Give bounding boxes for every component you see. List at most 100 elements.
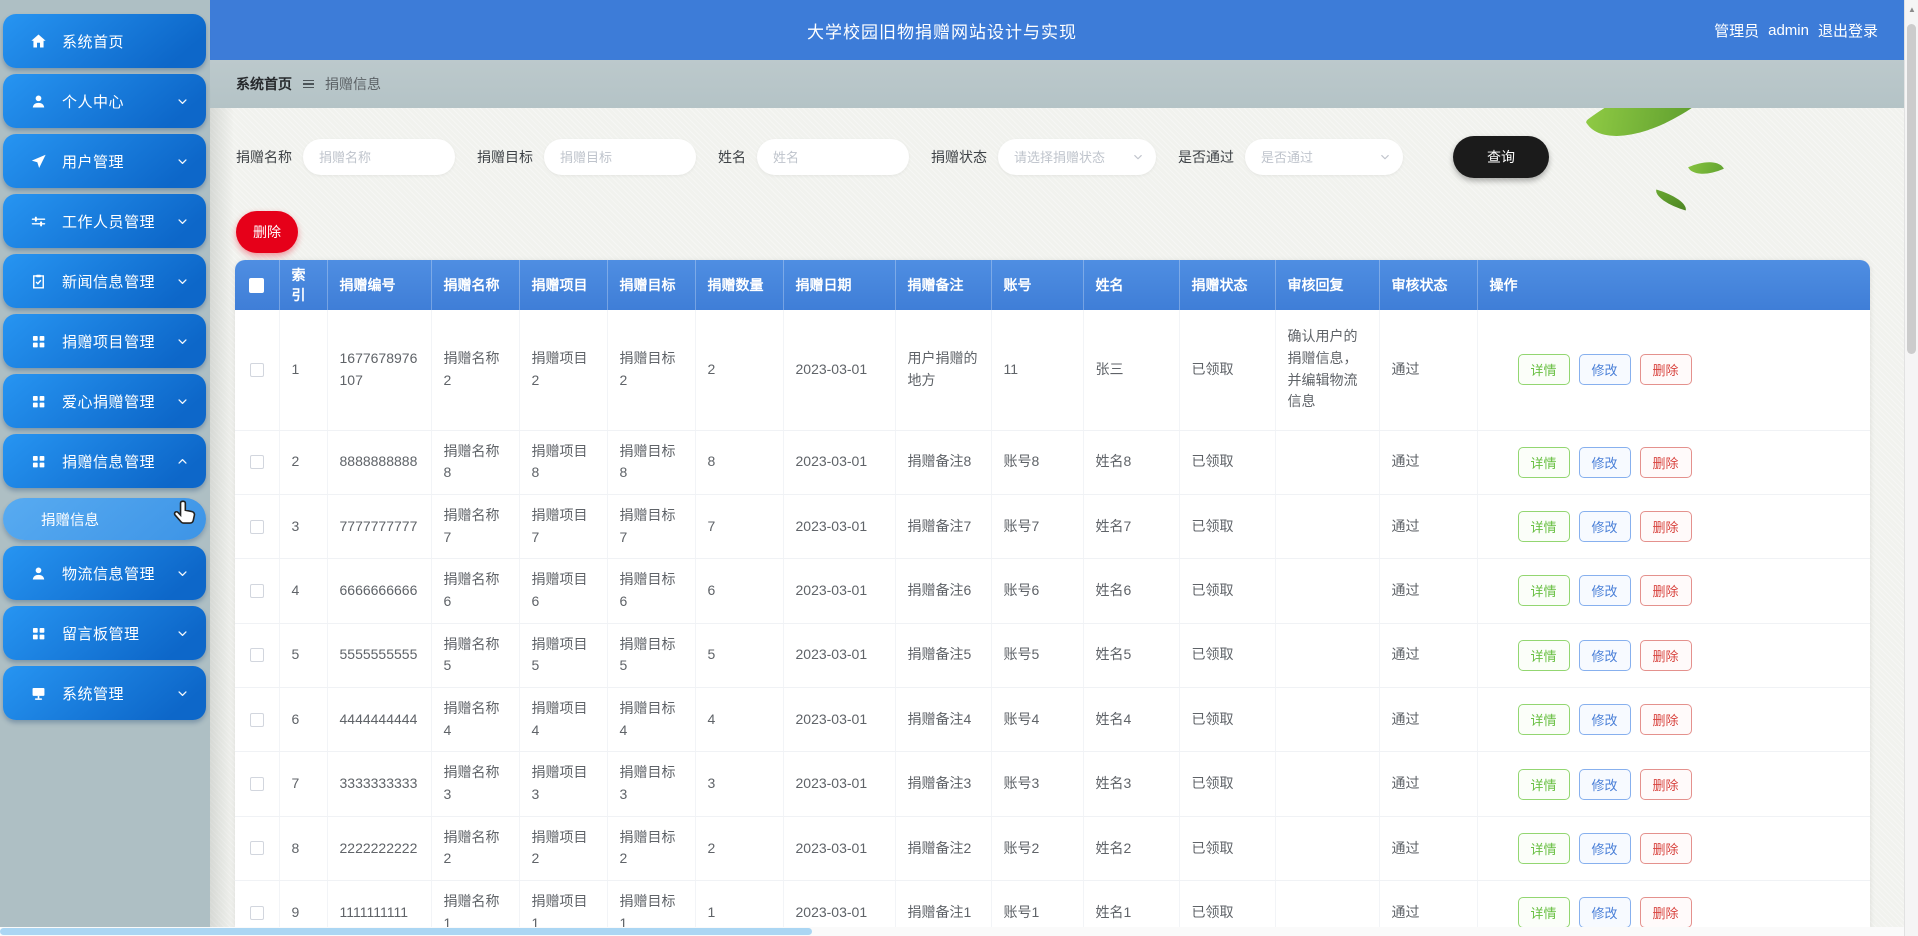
filter-input[interactable] [544,139,696,175]
detail-button[interactable]: 详情 [1518,704,1570,735]
detail-button[interactable]: 详情 [1518,447,1570,478]
sidebar-item-9[interactable]: 物流信息管理 [3,546,206,600]
select-all-checkbox[interactable] [249,278,264,293]
cell-person_name: 姓名8 [1083,430,1179,494]
cell-audit_status: 通过 [1379,816,1477,880]
delete-button[interactable]: 删除 [1640,447,1692,478]
detail-button[interactable]: 详情 [1518,354,1570,385]
filter-input[interactable] [303,139,455,175]
detail-button[interactable]: 详情 [1518,575,1570,606]
column-header: 审核回复 [1275,260,1379,310]
cell-donation_no: 7777777777 [327,494,431,558]
vertical-scrollbar-thumb[interactable] [1907,24,1916,354]
sidebar-item-0[interactable]: 系统首页 [3,14,206,68]
edit-button[interactable]: 修改 [1579,769,1631,800]
detail-button[interactable]: 详情 [1518,769,1570,800]
cell-project: 捐赠项目5 [519,623,607,687]
cell-account: 11 [991,310,1083,430]
grid-icon [29,624,48,643]
row-checkbox[interactable] [250,363,264,377]
detail-button[interactable]: 详情 [1518,640,1570,671]
table-body: 11677678976107捐赠名称2捐赠项目2捐赠目标222023-03-01… [235,310,1870,936]
edit-button[interactable]: 修改 [1579,511,1631,542]
detail-button[interactable]: 详情 [1518,511,1570,542]
row-checkbox[interactable] [250,455,264,469]
sidebar-item-4[interactable]: 新闻信息管理 [3,254,206,308]
cell-quantity: 4 [695,688,783,752]
breadcrumb-current: 捐赠信息 [325,74,381,94]
edit-button[interactable]: 修改 [1579,640,1631,671]
cell-date: 2023-03-01 [783,310,895,430]
horizontal-scrollbar[interactable] [0,927,1904,936]
edit-button[interactable]: 修改 [1579,575,1631,606]
chevron-down-icon [175,626,190,641]
vertical-scrollbar[interactable]: ▲ [1904,0,1918,936]
delete-button[interactable]: 删除 [1640,354,1692,385]
cell-person_name: 姓名5 [1083,623,1179,687]
delete-button[interactable]: 删除 [1640,704,1692,735]
chevron-down-icon [175,686,190,701]
delete-button[interactable]: 删除 [1640,833,1692,864]
cell-remark: 捐赠备注8 [895,430,991,494]
edit-button[interactable]: 修改 [1579,833,1631,864]
sidebar-item-2[interactable]: 用户管理 [3,134,206,188]
column-header: 账号 [991,260,1083,310]
filter-select[interactable] [998,139,1156,175]
sidebar-item-3[interactable]: 工作人员管理 [3,194,206,248]
delete-button[interactable]: 删除 [1640,769,1692,800]
row-checkbox[interactable] [250,906,264,920]
delete-button[interactable]: 删除 [236,211,298,253]
logout-link[interactable]: 退出登录 [1818,20,1878,41]
user-info: 管理员 admin 退出登录 [1714,0,1878,60]
row-checkbox[interactable] [250,520,264,534]
row-checkbox[interactable] [250,648,264,662]
edit-button[interactable]: 修改 [1579,897,1631,928]
row-checkbox[interactable] [250,841,264,855]
chevron-up-icon [175,454,190,469]
horizontal-scrollbar-thumb[interactable] [0,928,812,935]
detail-button[interactable]: 详情 [1518,897,1570,928]
leaf-decoration-icon [1653,190,1689,211]
row-checkbox[interactable] [250,584,264,598]
top-header: 大学校园旧物捐赠网站设计与实现 管理员 admin 退出登录 [210,0,1904,60]
delete-button[interactable]: 删除 [1640,575,1692,606]
delete-button[interactable]: 删除 [1640,897,1692,928]
row-checkbox[interactable] [250,713,264,727]
sidebar-item-6[interactable]: 爱心捐赠管理 [3,374,206,428]
sidebar-item-1[interactable]: 个人中心 [3,74,206,128]
sidebar-item-10[interactable]: 留言板管理 [3,606,206,660]
row-actions-cell: 详情修改删除 [1477,430,1870,494]
detail-button[interactable]: 详情 [1518,833,1570,864]
chevron-down-icon [175,274,190,289]
cell-donation_no: 1677678976107 [327,310,431,430]
clipboard-icon [29,272,48,291]
cell-audit_status: 通过 [1379,559,1477,623]
column-header: 捐赠状态 [1179,260,1275,310]
search-button[interactable]: 查询 [1453,136,1549,178]
sidebar-item-5[interactable]: 捐赠项目管理 [3,314,206,368]
chevron-down-icon [175,334,190,349]
chevron-down-icon [175,94,190,109]
edit-button[interactable]: 修改 [1579,704,1631,735]
column-header: 姓名 [1083,260,1179,310]
cell-donation_name: 捐赠名称3 [431,752,519,816]
cell-target: 捐赠目标2 [607,816,695,880]
filter-input[interactable] [757,139,909,175]
sliders-icon [29,212,48,231]
sidebar-item-11[interactable]: 系统管理 [3,666,206,720]
edit-button[interactable]: 修改 [1579,447,1631,478]
grid-icon [29,392,48,411]
edit-button[interactable]: 修改 [1579,354,1631,385]
filter-select[interactable] [1245,139,1403,175]
table-row: 82222222222捐赠名称2捐赠项目2捐赠目标222023-03-01捐赠备… [235,816,1870,880]
delete-button[interactable]: 删除 [1640,640,1692,671]
cell-project: 捐赠项目6 [519,559,607,623]
cell-audit_reply [1275,752,1379,816]
sidebar-item-7[interactable]: 捐赠信息管理 [3,434,206,488]
row-checkbox[interactable] [250,777,264,791]
breadcrumb-home[interactable]: 系统首页 [236,74,292,94]
cell-account: 账号3 [991,752,1083,816]
scroll-up-arrow-icon[interactable]: ▲ [1905,5,1918,14]
cell-project: 捐赠项目7 [519,494,607,558]
delete-button[interactable]: 删除 [1640,511,1692,542]
